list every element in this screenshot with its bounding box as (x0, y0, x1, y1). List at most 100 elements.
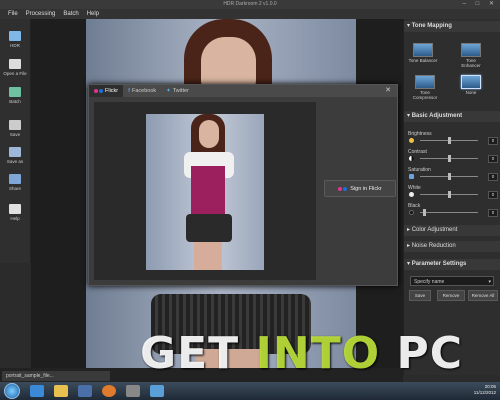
clock-date: 11/12/2012 (473, 390, 496, 395)
save-icon (9, 120, 21, 130)
hdr-darkroom-taskbar-icon[interactable] (150, 385, 164, 397)
tone-label: None (465, 90, 477, 95)
tone-option-compressor[interactable]: Tone Compressor (410, 75, 440, 100)
remove-preset-button[interactable]: Remove (437, 290, 465, 301)
flickr-icon (338, 186, 343, 191)
tone-option-balancer[interactable]: Tone Balancer (408, 43, 438, 63)
tool-label: Batch (9, 99, 21, 104)
menu-bar: File Processing Batch Help (0, 9, 500, 19)
batch-icon (9, 87, 21, 97)
right-panel: ▾ Tone Mapping Tone Balancer Tone Enhanc… (403, 19, 500, 375)
preview-legs (194, 242, 222, 270)
white-slider[interactable]: White 0 (408, 185, 498, 199)
tone-option-none[interactable]: None (456, 75, 486, 95)
slider-knob[interactable] (447, 173, 451, 180)
menu-processing[interactable]: Processing (26, 11, 56, 17)
share-dialog: Flickr f Facebook ✦ Twitter ✕ Sign in Fl… (88, 84, 398, 286)
save-preset-button[interactable]: Save (409, 290, 431, 301)
watermark-logo: GET INTO PC (140, 328, 463, 379)
flickr-icon (99, 89, 103, 93)
preview-image (146, 114, 264, 270)
brightness-slider[interactable]: Brightness 0 (408, 131, 498, 145)
save-as-icon (9, 147, 21, 157)
slider-knob[interactable] (447, 137, 451, 144)
slider-knob[interactable] (447, 191, 451, 198)
share-tabs: Flickr f Facebook ✦ Twitter (89, 85, 397, 97)
tool-help-button[interactable]: Help (2, 204, 28, 221)
parameter-settings-header[interactable]: ▾ Parameter Settings (404, 259, 500, 270)
tab-label: Flickr (105, 88, 119, 94)
flickr-icon (343, 186, 348, 191)
tool-share-button[interactable]: Share (2, 174, 28, 191)
section-title: Parameter Settings (411, 261, 467, 267)
tool-save-as-button[interactable]: Save as (2, 147, 28, 164)
tool-open-file-button[interactable]: Open a File (2, 59, 28, 76)
tab-twitter[interactable]: ✦ Twitter (161, 85, 194, 97)
watermark-text: PC (380, 328, 463, 379)
black-slider[interactable]: Black 0 (408, 203, 498, 217)
tab-facebook[interactable]: f Facebook (123, 85, 161, 97)
tab-flickr[interactable]: Flickr (89, 85, 124, 97)
slider-knob[interactable] (423, 209, 427, 216)
start-button[interactable] (4, 383, 20, 399)
slider-value[interactable]: 0 (488, 209, 498, 217)
tone-thumb (413, 43, 433, 57)
tone-thumb (461, 43, 481, 57)
window-controls[interactable]: – □ ✕ (463, 0, 498, 7)
slider-value[interactable]: 0 (488, 155, 498, 163)
tab-label: Twitter (172, 88, 189, 94)
window-title: HDR Darkroom 2 v1.0.0 (223, 1, 277, 7)
menu-batch[interactable]: Batch (63, 11, 78, 17)
slider-track (420, 212, 478, 213)
sign-in-flickr-button[interactable]: Sign in Flickr (324, 180, 396, 197)
preview-skirt (186, 214, 232, 242)
preset-name-select[interactable]: Specify name ▾ (410, 276, 494, 286)
tone-mapping-header[interactable]: ▾ Tone Mapping (404, 21, 500, 32)
tool-label: Help (10, 216, 20, 221)
menu-help[interactable]: Help (87, 11, 99, 17)
folder-icon[interactable] (54, 385, 68, 397)
white-icon (409, 192, 414, 197)
black-icon (409, 210, 414, 215)
basic-adjustment-header[interactable]: ▾ Basic Adjustment (404, 111, 500, 122)
flickr-icon (94, 89, 98, 93)
tool-save-button[interactable]: Save (2, 120, 28, 137)
twitter-icon: ✦ (166, 88, 171, 94)
tone-option-enhancer[interactable]: Tone Enhancer (456, 43, 486, 68)
taskbar: 20:05 11/12/2012 (0, 382, 500, 400)
watermark-text: GET (140, 328, 256, 379)
tone-label: Tone Enhancer (461, 58, 481, 68)
menu-file[interactable]: File (8, 11, 18, 17)
preview-area (94, 102, 316, 280)
tool-hdr-button[interactable]: HDR (2, 31, 28, 48)
open-file-tab[interactable]: portrait_sample_file... (2, 371, 110, 381)
media-player-icon[interactable] (78, 385, 92, 397)
watermark-text: INTO (255, 328, 381, 379)
facebook-icon: f (128, 88, 130, 94)
tab-label: Facebook (131, 88, 157, 94)
brightness-icon (409, 138, 414, 143)
tool-label: Share (8, 186, 21, 191)
tool-label: Save as (6, 159, 24, 164)
close-icon[interactable]: ✕ (385, 86, 391, 94)
tone-label: Tone Balancer (408, 58, 438, 63)
slider-value[interactable]: 0 (488, 191, 498, 199)
title-bar: HDR Darkroom 2 v1.0.0 – □ ✕ (0, 0, 500, 9)
noise-reduction-header[interactable]: ▸ Noise Reduction (404, 241, 500, 252)
slider-value[interactable]: 0 (488, 137, 498, 145)
ie-icon[interactable] (30, 385, 44, 397)
section-title: Noise Reduction (411, 243, 456, 249)
system-tray-clock[interactable]: 20:05 11/12/2012 (474, 384, 496, 396)
app-icon[interactable] (126, 385, 140, 397)
slider-knob[interactable] (447, 155, 451, 162)
contrast-slider[interactable]: Contrast 0 (408, 149, 498, 163)
firefox-icon[interactable] (102, 385, 116, 397)
slider-value[interactable]: 0 (488, 173, 498, 181)
section-title: Tone Mapping (411, 23, 452, 29)
color-adjustment-header[interactable]: ▸ Color Adjustment (404, 225, 500, 236)
preview-corset (191, 166, 225, 216)
contrast-icon (409, 156, 414, 161)
tool-batch-button[interactable]: Batch (2, 87, 28, 104)
remove-all-button[interactable]: Remove All (468, 290, 498, 301)
saturation-slider[interactable]: Saturation 0 (408, 167, 498, 181)
